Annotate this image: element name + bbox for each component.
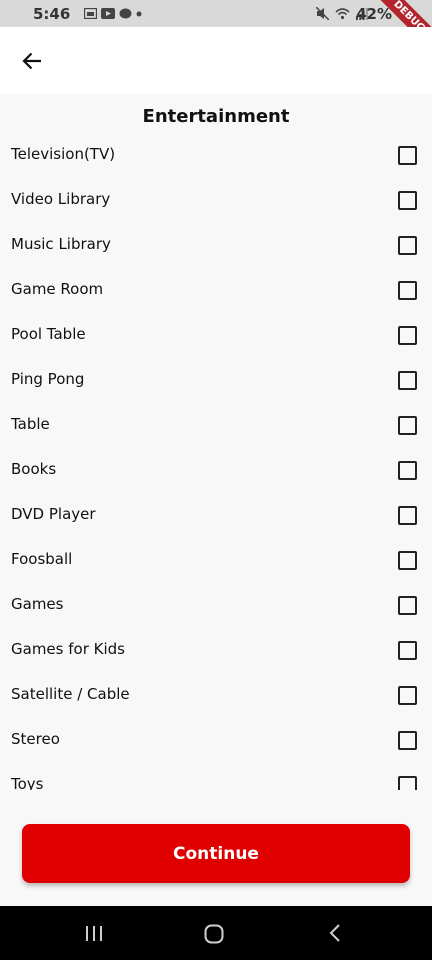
list-item[interactable]: Video Library: [0, 178, 432, 223]
item-checkbox[interactable]: [398, 326, 417, 345]
arrow-left-icon: [22, 52, 41, 70]
item-checkbox[interactable]: [398, 146, 417, 165]
item-label: Foosball: [11, 550, 73, 568]
youtube-icon: [101, 8, 115, 19]
item-label: Television(TV): [11, 145, 116, 163]
item-checkbox[interactable]: [398, 416, 417, 435]
list-item[interactable]: Satellite / Cable: [0, 673, 432, 718]
item-label: Games for Kids: [11, 640, 125, 658]
item-label: Pool Table: [11, 325, 86, 343]
item-checkbox[interactable]: [398, 371, 417, 390]
chevron-left-icon[interactable]: [327, 923, 343, 943]
item-label: Ping Pong: [11, 370, 85, 388]
list-item[interactable]: Books: [0, 448, 432, 493]
status-notification-icons: [84, 8, 142, 19]
item-label: Game Room: [11, 280, 104, 298]
list-item[interactable]: Music Library: [0, 223, 432, 268]
item-checkbox[interactable]: [398, 281, 417, 300]
list-item[interactable]: Television(TV): [0, 133, 432, 178]
list-item[interactable]: DVD Player: [0, 493, 432, 538]
item-label: Satellite / Cable: [11, 685, 130, 703]
list-item[interactable]: Foosball: [0, 538, 432, 583]
home-icon[interactable]: [204, 924, 224, 944]
item-checkbox[interactable]: [398, 236, 417, 255]
page-title: Entertainment: [142, 106, 290, 127]
amenity-list: Television(TV) Video Library Music Libra…: [0, 133, 432, 790]
wifi-icon: [335, 8, 350, 20]
item-label: Toys: [11, 775, 44, 790]
dot-icon: [136, 11, 142, 16]
item-checkbox[interactable]: [398, 731, 417, 750]
item-label: Video Library: [11, 190, 111, 208]
list-item[interactable]: Games: [0, 583, 432, 628]
recents-icon[interactable]: [84, 925, 104, 942]
item-label: Table: [11, 415, 50, 433]
list-item[interactable]: Games for Kids: [0, 628, 432, 673]
item-checkbox[interactable]: [398, 776, 417, 790]
list-item[interactable]: Stereo: [0, 718, 432, 763]
system-nav-bar: [0, 906, 432, 960]
item-label: Games: [11, 595, 64, 613]
item-checkbox[interactable]: [398, 461, 417, 480]
item-checkbox[interactable]: [398, 506, 417, 525]
list-item[interactable]: Toys: [0, 763, 432, 790]
status-time: 5:46: [33, 5, 71, 23]
battery-percent: 42%: [356, 5, 392, 23]
item-checkbox[interactable]: [398, 191, 417, 210]
list-item[interactable]: Ping Pong: [0, 358, 432, 403]
item-checkbox[interactable]: [398, 551, 417, 570]
calendar-icon: [84, 8, 97, 19]
list-item[interactable]: Pool Table: [0, 313, 432, 358]
status-bar: 5:46 42% DEBUG: [0, 0, 432, 62]
item-checkbox[interactable]: [398, 641, 417, 660]
item-label: DVD Player: [11, 505, 96, 523]
back-button[interactable]: [16, 45, 48, 77]
item-label: Books: [11, 460, 57, 478]
app-bar: [0, 27, 432, 94]
item-label: Music Library: [11, 235, 111, 253]
continue-label: Continue: [173, 843, 259, 864]
continue-button[interactable]: Continue: [22, 824, 410, 883]
list-item[interactable]: Table: [0, 403, 432, 448]
item-label: Stereo: [11, 730, 60, 748]
item-checkbox[interactable]: [398, 596, 417, 615]
item-checkbox[interactable]: [398, 686, 417, 705]
list-item[interactable]: Game Room: [0, 268, 432, 313]
mute-icon: [316, 7, 329, 20]
cloud-icon: [119, 8, 132, 19]
